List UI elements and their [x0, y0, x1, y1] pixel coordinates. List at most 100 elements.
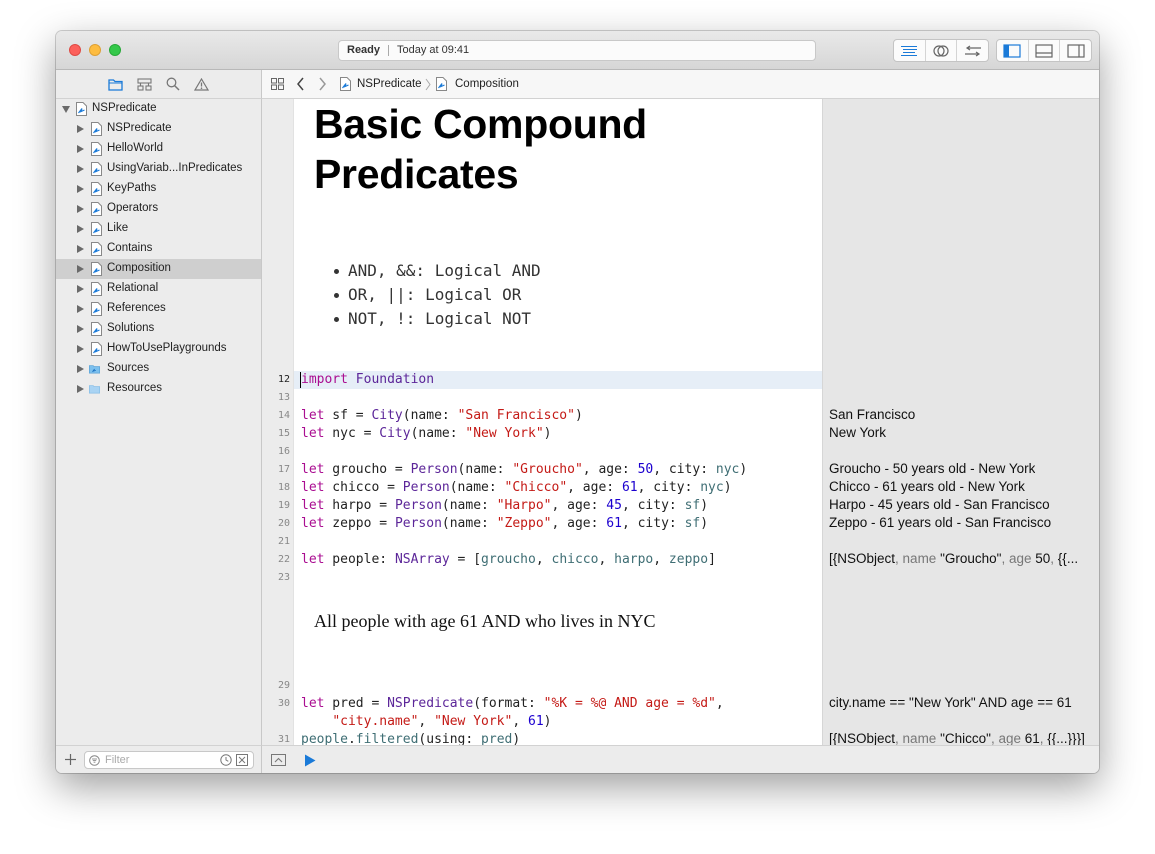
- line-number: 21: [277, 536, 290, 547]
- result-line-31[interactable]: [{NSObject, name "Chicco", age 61, {{...…: [829, 730, 1099, 745]
- disclosure-closed-icon[interactable]: [77, 185, 84, 193]
- disclosure-closed-icon[interactable]: [77, 365, 84, 373]
- related-items-icon[interactable]: [271, 78, 284, 90]
- tree-row[interactable]: Solutions: [56, 319, 261, 339]
- disclosure-closed-icon[interactable]: [77, 225, 84, 233]
- disclosure-closed-icon[interactable]: [77, 325, 84, 333]
- minimize-button[interactable]: [89, 44, 101, 56]
- page-title-line-1: Basic Compound: [314, 101, 647, 147]
- tree-row[interactable]: HowToUsePlaygrounds: [56, 339, 261, 359]
- status-time: Today at 09:41: [397, 44, 470, 56]
- result-line-20[interactable]: Zeppo - 61 years old - San Francisco: [829, 514, 1051, 532]
- version-editor-button[interactable]: [957, 40, 988, 61]
- close-button[interactable]: [69, 44, 81, 56]
- disclosure-closed-icon[interactable]: [77, 305, 84, 313]
- code-line[interactable]: let people: NSArray = [groucho, chicco, …: [301, 551, 716, 569]
- result-line-17[interactable]: Groucho - 50 years old - New York: [829, 460, 1035, 478]
- playground-editor[interactable]: Basic Compound Predicates AND, &&: Logic…: [261, 99, 1099, 745]
- tree-label: Contains: [107, 242, 153, 254]
- code-line[interactable]: "city.name", "New York", 61): [301, 713, 551, 731]
- result-line-30[interactable]: city.name == "New York" AND age == 61: [829, 694, 1072, 712]
- page-title: Basic Compound Predicates: [314, 99, 647, 199]
- tree-row[interactable]: Contains: [56, 239, 261, 259]
- code-line[interactable]: let zeppo = Person(name: "Zeppo", age: 6…: [301, 515, 708, 533]
- disclosure-closed-icon[interactable]: [77, 165, 84, 173]
- tree-label: Relational: [107, 282, 159, 294]
- code-line[interactable]: people.filtered(using: pred): [301, 731, 520, 745]
- zoom-button[interactable]: [109, 44, 121, 56]
- disclosure-closed-icon[interactable]: [77, 285, 84, 293]
- breadcrumb-page[interactable]: Composition: [455, 78, 519, 90]
- line-number: 16: [277, 446, 290, 457]
- standard-editor-icon: [901, 45, 918, 56]
- assistant-editor-icon: [933, 44, 949, 57]
- code-line[interactable]: let groucho = Person(name: "Groucho", ag…: [301, 461, 747, 479]
- line-number: 18: [277, 482, 290, 493]
- tree-row[interactable]: Like: [56, 219, 261, 239]
- folder-icon[interactable]: [108, 78, 123, 91]
- tree-label: UsingVariab...InPredicates: [107, 162, 243, 174]
- hide-debug-area-icon[interactable]: [271, 754, 286, 766]
- disclosure-closed-icon[interactable]: [77, 385, 84, 393]
- source-control-filter-icon[interactable]: [236, 754, 248, 766]
- disclosure-closed-icon[interactable]: [77, 125, 84, 133]
- code-line[interactable]: let sf = City(name: "San Francisco"): [301, 407, 583, 425]
- tree-row[interactable]: Resources: [56, 379, 261, 399]
- tree-row[interactable]: UsingVariab...InPredicates: [56, 159, 261, 179]
- disclosure-open-icon[interactable]: [62, 106, 70, 113]
- code-line[interactable]: let pred = NSPredicate(format: "%K = %@ …: [301, 695, 724, 713]
- status-separator: [388, 45, 389, 56]
- result-line-14[interactable]: San Francisco: [829, 406, 915, 424]
- filter-field[interactable]: Filter: [84, 751, 254, 769]
- disclosure-closed-icon[interactable]: [77, 245, 84, 253]
- tree-row[interactable]: Composition: [56, 259, 261, 279]
- hierarchy-icon[interactable]: [137, 77, 152, 91]
- tree-row[interactable]: NSPredicate: [56, 119, 261, 139]
- result-line-15[interactable]: New York: [829, 424, 886, 442]
- line-number: 14: [277, 410, 290, 421]
- run-playground-icon[interactable]: [304, 754, 316, 767]
- playground-page-icon: [91, 122, 102, 136]
- forward-chevron-icon[interactable]: [318, 77, 327, 91]
- line-number-gutter: [262, 99, 294, 745]
- result-line-18[interactable]: Chicco - 61 years old - New York: [829, 478, 1025, 496]
- tree-label: KeyPaths: [107, 182, 157, 194]
- code-line[interactable]: let chicco = Person(name: "Chicco", age:…: [301, 479, 732, 497]
- playground-page-icon: [91, 342, 102, 356]
- activity-status: Ready Today at 09:41: [338, 40, 816, 61]
- toggle-utilities-button[interactable]: [1060, 40, 1091, 61]
- tree-row[interactable]: Relational: [56, 279, 261, 299]
- code-line[interactable]: import Foundation: [301, 371, 434, 389]
- warning-icon[interactable]: [194, 77, 209, 91]
- disclosure-closed-icon[interactable]: [77, 265, 84, 273]
- tree-row[interactable]: Operators: [56, 199, 261, 219]
- result-line-19[interactable]: Harpo - 45 years old - San Francisco: [829, 496, 1050, 514]
- code-line[interactable]: let harpo = Person(name: "Harpo", age: 4…: [301, 497, 708, 515]
- line-number: 13: [277, 392, 290, 403]
- result-line-22[interactable]: [{NSObject, name "Groucho", age 50, {{..…: [829, 550, 1094, 568]
- operator-list: AND, &&: Logical AND OR, ||: Logical OR …: [334, 259, 541, 331]
- back-chevron-icon[interactable]: [296, 77, 305, 91]
- toggle-debug-area-button[interactable]: [1029, 40, 1061, 61]
- tree-label: HelloWorld: [107, 142, 164, 154]
- disclosure-closed-icon[interactable]: [77, 345, 84, 353]
- toggle-navigator-button[interactable]: [997, 40, 1029, 61]
- assistant-editor-button[interactable]: [926, 40, 958, 61]
- disclosure-closed-icon[interactable]: [77, 205, 84, 213]
- standard-editor-button[interactable]: [894, 40, 926, 61]
- line-number: 30: [277, 698, 290, 709]
- recent-files-icon[interactable]: [220, 754, 232, 766]
- tree-row[interactable]: KeyPaths: [56, 179, 261, 199]
- tree-row-root[interactable]: NSPredicate: [56, 99, 261, 119]
- navigator-selector-bar: [56, 70, 261, 99]
- tree-row[interactable]: HelloWorld: [56, 139, 261, 159]
- code-line[interactable]: let nyc = City(name: "New York"): [301, 425, 552, 443]
- search-icon[interactable]: [166, 77, 180, 91]
- disclosure-closed-icon[interactable]: [77, 145, 84, 153]
- playground-file-icon: [340, 77, 351, 91]
- tree-row[interactable]: References: [56, 299, 261, 319]
- add-icon[interactable]: [65, 754, 76, 765]
- tree-row[interactable]: Sources: [56, 359, 261, 379]
- panel-visibility-control: [996, 39, 1092, 62]
- breadcrumb-playground[interactable]: NSPredicate: [357, 78, 422, 90]
